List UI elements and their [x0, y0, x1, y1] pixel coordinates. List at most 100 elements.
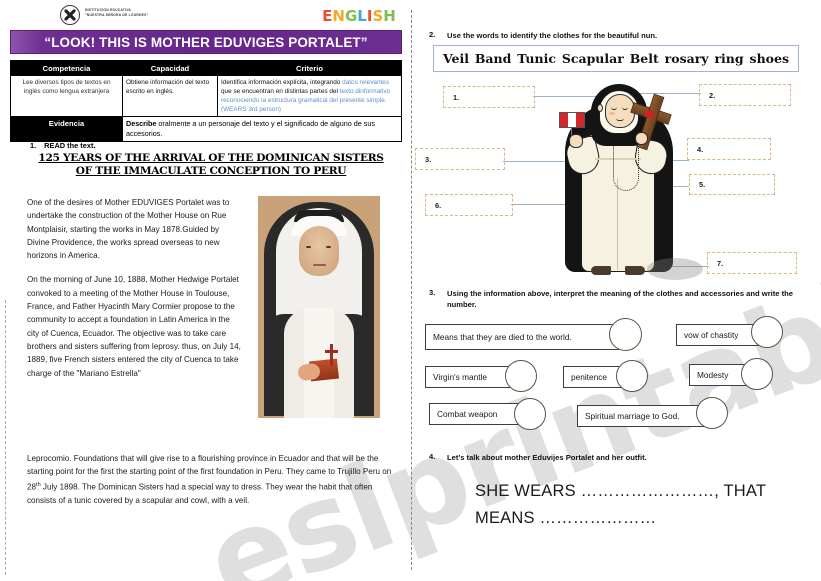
cell-competencia: Lee diversos tipos de textos en inglés c… — [10, 75, 123, 117]
meaning-option-1-label: Means that they are died to the world. — [433, 332, 572, 342]
answer-box-6[interactable]: 6. — [425, 194, 513, 216]
answer-box-2-label: 2. — [709, 90, 716, 100]
answer-box-1[interactable]: 1. — [443, 86, 535, 108]
meaning-circle-2[interactable] — [751, 316, 783, 348]
cell-evidencia-text: Describe oralmente a un personaje del te… — [122, 116, 402, 142]
english-logo-letter-5: S — [372, 7, 384, 25]
answer-box-5[interactable]: 5. — [689, 174, 775, 195]
task4-part1: SHE WEARS — [475, 482, 576, 500]
portrait-mouth — [313, 264, 326, 266]
meaning-option-4-label: penitence — [571, 372, 607, 382]
reading-p3-b: July 1898. The Dominican Sisters had a s… — [27, 482, 373, 505]
school-crest-icon — [60, 5, 80, 25]
nun-hand-right — [635, 132, 648, 145]
task3-text: Using the information above, interpret t… — [447, 289, 794, 309]
right-column: 2. Use the words to identify the clothes… — [411, 0, 821, 581]
english-logo-letter-0: E — [322, 7, 333, 25]
nun-cheek — [609, 112, 615, 115]
word-bank-item-0[interactable]: Veil — [443, 51, 469, 66]
meaning-option-3[interactable]: Virgin's mantle — [425, 366, 515, 388]
reading-paragraph-1: One of the desires of Mother EDUVIGES Po… — [27, 198, 230, 261]
english-logo: ENGLISH — [318, 4, 400, 28]
nun-labelling-diagram: 1. 2. 3. 4. 5. 6. 7. — [411, 82, 821, 280]
answer-box-5-label: 5. — [699, 180, 706, 189]
word-bank-item-6[interactable]: ring — [714, 51, 743, 66]
task1-instruction: 1. READ the text. — [30, 141, 96, 150]
worksheet-page: INSTITUCIÓN EDUCATIVA "NUESTRA SEÑORA DE… — [0, 0, 821, 581]
competency-table: Competencia Capacidad Criterio Lee diver… — [10, 60, 402, 142]
cell-evidencia-label: Evidencia — [10, 116, 123, 142]
reading-paragraph-2: On the morning of June 10, 1888, Mother … — [27, 275, 241, 378]
task2-instruction: 2. Use the words to identify the clothes… — [429, 30, 809, 41]
meaning-option-2[interactable]: vow of chastity — [676, 324, 760, 346]
meaning-option-2-label: vow of chastity — [684, 330, 739, 340]
task4-blank2[interactable]: ………………… — [539, 509, 656, 527]
word-bank-item-4[interactable]: Belt — [630, 51, 659, 66]
reading-body: One of the desires of Mother EDUVIGES Po… — [27, 196, 242, 391]
english-logo-text: ENGLISH — [322, 7, 396, 25]
cell-capacidad: Obtiene información del texto escrito en… — [122, 75, 218, 117]
english-logo-letter-1: N — [332, 7, 345, 25]
criterio-seg3: que se encuentran en distintas partes de… — [221, 88, 340, 95]
meaning-circle-3[interactable] — [505, 360, 537, 392]
word-bank-item-5[interactable]: rosary — [665, 51, 709, 66]
word-bank-item-7[interactable]: shoes — [750, 51, 789, 66]
page-title: “LOOK! THIS IS MOTHER EDUVIGES PORTALET” — [44, 34, 368, 50]
meaning-circle-1[interactable] — [609, 318, 642, 351]
mother-eduviges-portrait — [258, 196, 380, 418]
title-banner: “LOOK! THIS IS MOTHER EDUVIGES PORTALET” — [10, 30, 402, 54]
meaning-option-1[interactable]: Means that they are died to the world. — [425, 324, 619, 350]
portrait-cross-vertical — [330, 344, 333, 366]
meaning-option-7-label: Spiritual marriage to God. — [585, 411, 680, 421]
answer-box-6-label: 6. — [435, 200, 442, 210]
word-bank: Veil Band Tunic Scapular Belt rosary ring shoes — [433, 45, 799, 72]
meaning-option-6-label: Combat weapon — [437, 409, 498, 419]
criterio-seg2: datos relevantes — [342, 79, 390, 86]
english-logo-letter-2: G — [344, 7, 358, 25]
cell-criterio: Identifica información explícita, integr… — [217, 75, 402, 117]
reading-paragraph-3: Leprocomio. Foundations that will give r… — [27, 452, 402, 507]
answer-box-7[interactable]: 7. — [707, 252, 797, 274]
answer-box-3-label: 3. — [425, 154, 432, 164]
word-bank-item-3[interactable]: Scapular — [562, 51, 624, 66]
evidencia-bold: Describe — [126, 119, 157, 128]
task1-number: 1. — [30, 141, 37, 150]
answer-box-4[interactable]: 4. — [687, 138, 771, 160]
english-logo-letter-3: L — [357, 7, 367, 25]
word-bank-item-1[interactable]: Band — [475, 51, 512, 66]
nun-shoe-left — [591, 266, 611, 275]
reading-body-wide: Leprocomio. Foundations that will give r… — [27, 452, 402, 507]
task4-blank1[interactable]: ……………………, — [581, 482, 719, 500]
table-row: Lee diversos tipos de textos en inglés c… — [10, 75, 402, 117]
nun-shadow — [647, 258, 703, 280]
task3-number: 3. — [429, 288, 436, 297]
reading-title: 125 YEARS OF THE ARRIVAL OF THE DOMINICA… — [38, 152, 384, 177]
nun-tunic-fold — [617, 178, 619, 270]
meaning-circle-6[interactable] — [514, 398, 546, 430]
portrait-cross-horizontal — [325, 350, 338, 353]
header-row: INSTITUCIÓN EDUCATIVA "NUESTRA SEÑORA DE… — [0, 2, 411, 28]
nun-hand-left — [569, 134, 583, 148]
answer-box-4-label: 4. — [697, 144, 704, 154]
task4-sentence: SHE WEARS ……………………, THAT MEANS ………………… — [475, 478, 815, 532]
task4-number: 4. — [429, 452, 436, 461]
answer-box-7-label: 7. — [717, 258, 724, 268]
task3-instruction: 3. Using the information above, interpre… — [429, 288, 801, 310]
col-header-capacidad: Capacidad — [122, 60, 218, 76]
table-header-row: Competencia Capacidad Criterio — [10, 60, 402, 76]
criterio-seg1: Identifica información explícita, integr… — [221, 79, 343, 86]
meaning-circle-7[interactable] — [696, 397, 728, 429]
meaning-option-5-label: Modesty — [697, 370, 729, 380]
nun-ear — [597, 104, 603, 112]
task4-text: Let’s talk about mother Eduvijes Portale… — [447, 453, 647, 462]
meaning-option-7[interactable]: Spiritual marriage to God. — [577, 405, 705, 427]
answer-box-3[interactable]: 3. — [415, 148, 505, 170]
word-bank-item-2[interactable]: Tunic — [517, 51, 556, 66]
answer-box-2[interactable]: 2. — [699, 84, 791, 106]
portrait-face — [299, 226, 339, 276]
school-name-line2: "NUESTRA SEÑORA DE LOURDES" — [85, 13, 149, 17]
col-header-competencia: Competencia — [10, 60, 123, 76]
meaning-option-6[interactable]: Combat weapon — [429, 403, 523, 425]
meaning-circle-5[interactable] — [741, 358, 773, 390]
meaning-circle-4[interactable] — [616, 360, 648, 392]
